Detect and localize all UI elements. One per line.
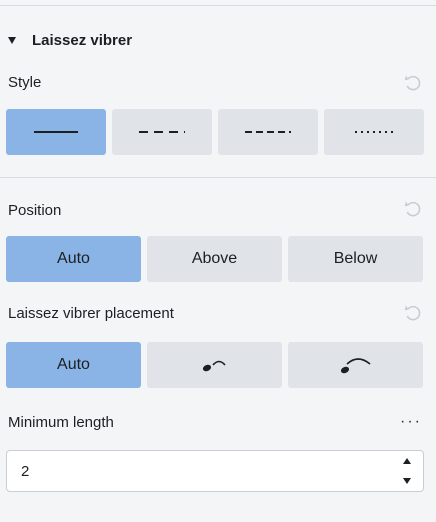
- section-header[interactable]: Laissez vibrer: [8, 28, 132, 52]
- placement-auto-button[interactable]: Auto: [6, 342, 141, 388]
- wide-dashed-line-icon: [245, 131, 291, 133]
- increment-arrow-icon[interactable]: [403, 458, 411, 464]
- style-wide-dashed-button[interactable]: [218, 109, 318, 155]
- style-dashed-button[interactable]: [112, 109, 212, 155]
- position-options: Auto Above Below: [6, 236, 423, 282]
- decrement-arrow-icon[interactable]: [403, 478, 411, 484]
- minimum-length-value[interactable]: 2: [21, 463, 29, 480]
- style-dotted-button[interactable]: [324, 109, 424, 155]
- style-solid-button[interactable]: [6, 109, 106, 155]
- spin-buttons: [401, 458, 413, 484]
- style-reset-icon[interactable]: [402, 72, 424, 94]
- note-tie-wide-icon: [340, 358, 371, 374]
- dashed-line-icon: [139, 131, 185, 133]
- section-title: Laissez vibrer: [32, 31, 133, 49]
- style-label: Style: [8, 74, 42, 91]
- collapse-caret-icon[interactable]: [8, 36, 16, 44]
- style-options: [6, 109, 424, 155]
- solid-line-icon: [34, 131, 78, 133]
- note-tie-close-icon: [202, 360, 226, 372]
- position-auto-button[interactable]: Auto: [6, 236, 141, 282]
- placement-wide-button[interactable]: [288, 342, 423, 388]
- placement-close-button[interactable]: [147, 342, 282, 388]
- position-reset-icon[interactable]: [402, 198, 424, 220]
- placement-reset-icon[interactable]: [402, 302, 424, 324]
- minimum-length-stepper[interactable]: 2: [6, 450, 424, 492]
- position-below-button[interactable]: Below: [288, 236, 423, 282]
- minimum-length-label: Minimum length: [8, 414, 114, 431]
- position-label: Position: [8, 202, 62, 219]
- placement-options: Auto: [6, 342, 423, 388]
- placement-label: Laissez vibrer placement: [8, 305, 174, 322]
- position-above-button[interactable]: Above: [147, 236, 282, 282]
- top-divider: [0, 5, 436, 6]
- dotted-line-icon: [355, 131, 394, 133]
- more-options-icon[interactable]: ···: [400, 414, 422, 430]
- section-divider: [0, 177, 436, 178]
